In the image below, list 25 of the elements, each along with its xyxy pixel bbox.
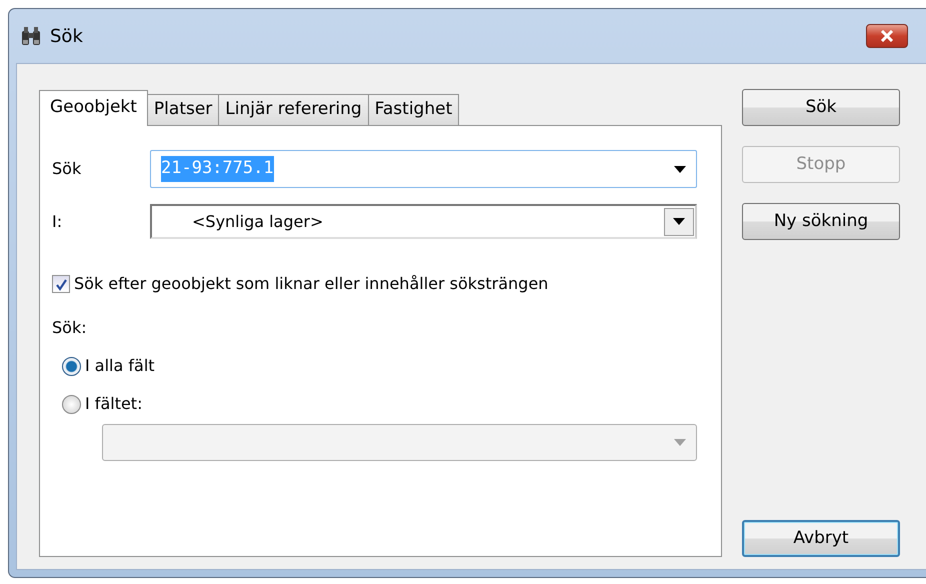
dropdown-arrow-icon <box>674 166 686 172</box>
checkbox[interactable] <box>52 275 70 293</box>
tab[interactable]: Fastighet <box>368 94 460 125</box>
field-label: Sök <box>52 158 82 180</box>
radio-button[interactable] <box>62 356 81 376</box>
dialog-button[interactable]: Avbryt <box>742 520 900 557</box>
tab[interactable]: Geoobjekt <box>39 90 148 126</box>
group-label: Sök: <box>52 317 87 339</box>
checkmark-icon <box>54 278 68 290</box>
field-label: I: <box>52 210 64 232</box>
dialog-button[interactable]: Ny sökning <box>742 203 900 240</box>
layer-dropdown[interactable]: <Synliga lager> <box>150 204 697 239</box>
tab[interactable]: Linjär referering <box>218 94 369 125</box>
dropdown-arrow-icon <box>673 218 685 225</box>
binoculars-icon <box>20 25 42 47</box>
radio-label: I fältet: <box>85 393 142 415</box>
checkbox-label: Sök efter geoobjekt som liknar eller innehåller söksträngen <box>74 273 548 295</box>
dropdown-arrow-icon <box>674 439 686 446</box>
radio-button[interactable] <box>62 394 81 414</box>
window-title: Sök <box>50 24 83 48</box>
close-button[interactable] <box>866 24 908 48</box>
close-icon <box>880 30 894 42</box>
radio-label: I alla fält <box>85 355 155 377</box>
tab[interactable]: Platser <box>146 94 220 125</box>
dialog-button[interactable]: Sök <box>742 89 900 126</box>
